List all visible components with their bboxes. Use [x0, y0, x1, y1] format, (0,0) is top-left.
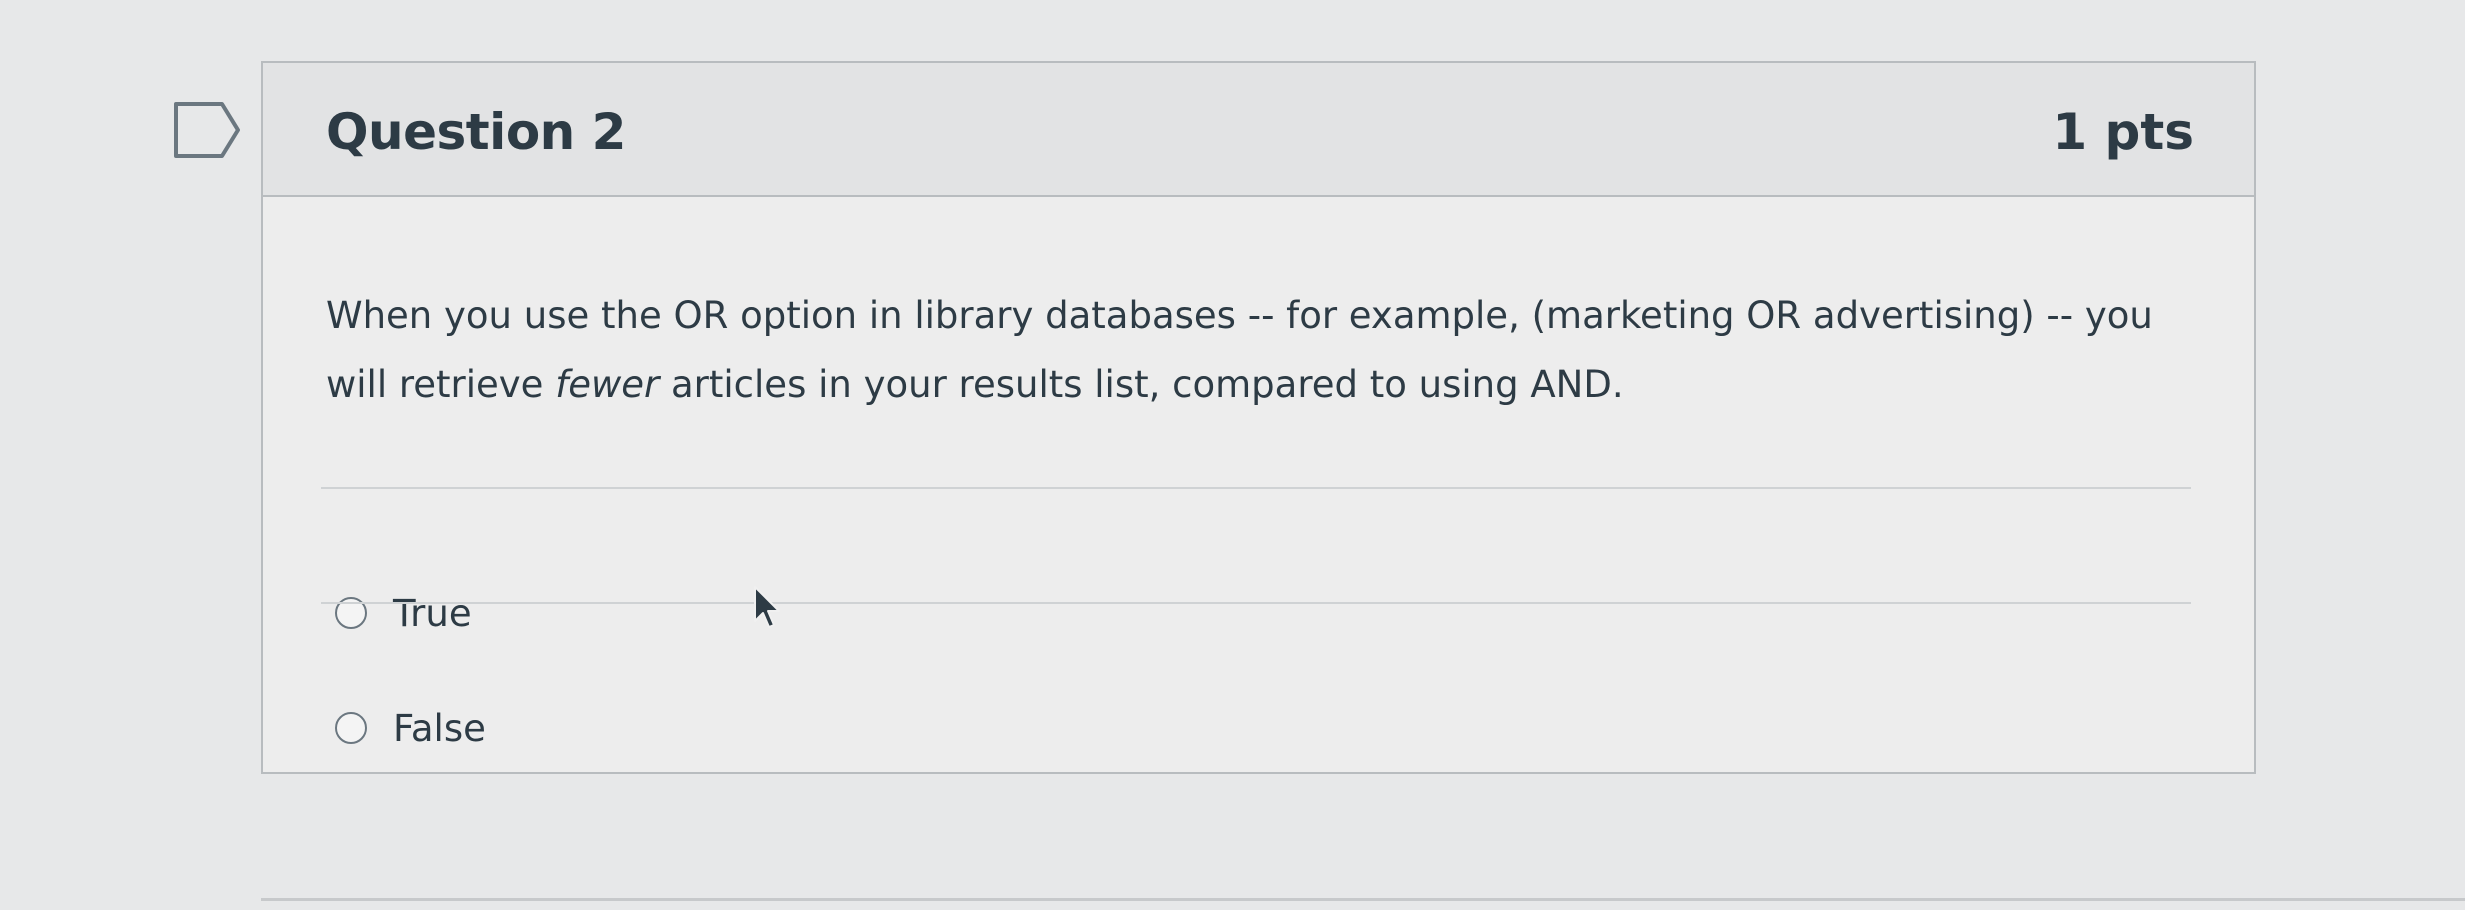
- mouse-pointer-icon: [752, 585, 782, 633]
- question-points: 1 pts: [2052, 103, 2194, 161]
- answer-label-true: True: [393, 591, 472, 635]
- next-card-edge: [261, 898, 2465, 901]
- flag-question-icon[interactable]: [172, 100, 244, 160]
- question-header: Question 2 1 pts: [263, 63, 2254, 197]
- answer-option-false[interactable]: False: [335, 698, 486, 758]
- radio-unselected-icon[interactable]: [335, 712, 367, 744]
- question-title: Question 2: [326, 103, 626, 161]
- answer-option-true[interactable]: True: [335, 583, 472, 643]
- question-card: Question 2 1 pts When you use the OR opt…: [261, 61, 2256, 774]
- question-text: When you use the OR option in library da…: [326, 281, 2206, 419]
- answer-label-false: False: [393, 706, 486, 750]
- question-text-emphasis: fewer: [555, 363, 660, 406]
- answer-divider: [321, 602, 2191, 604]
- question-text-part-2: articles in your results list, compared …: [659, 363, 1624, 406]
- answer-divider: [321, 487, 2191, 489]
